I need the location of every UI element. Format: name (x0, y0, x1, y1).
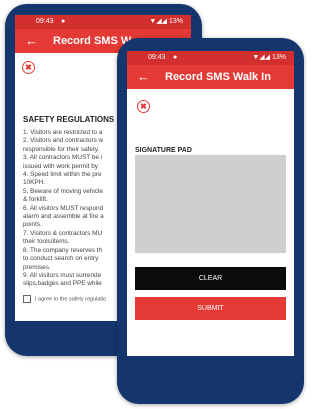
safety-regulations-heading: SAFETY REGULATIONS (23, 115, 115, 124)
status-bar: 09:43 ● ▼◢◢ 13% (15, 15, 191, 29)
clear-button[interactable]: CLEAR (135, 267, 286, 290)
app-bar: ← Record SMS Walk In (127, 65, 294, 89)
status-time: 09:43 (36, 18, 54, 25)
chat-bubble-icon: ● (61, 18, 66, 25)
page-title: Record SMS Walk In (165, 71, 271, 83)
signature-pad-label: SIGNATURE PAD (135, 147, 192, 154)
status-bar: 09:43 ● ▼◢◢ 13% (127, 51, 294, 65)
close-icon[interactable]: ✖ (22, 61, 35, 74)
status-time: 09:43 (148, 54, 166, 61)
status-system-info: ▼◢◢ 13% (149, 18, 183, 25)
status-system-info: ▼◢◢ 13% (252, 54, 286, 61)
close-icon[interactable]: ✖ (137, 100, 150, 113)
chat-bubble-icon: ● (173, 54, 178, 61)
back-arrow-icon[interactable]: ← (25, 32, 38, 50)
agree-checkbox-row[interactable]: I agree to the safety regulatio (23, 295, 106, 303)
submit-button[interactable]: SUBMIT (135, 297, 286, 320)
front-phone-screen: 09:43 ● ▼◢◢ 13% ← Record SMS Walk In ✖ S… (127, 51, 294, 356)
agree-checkbox[interactable] (23, 295, 31, 303)
back-arrow-icon[interactable]: ← (137, 68, 150, 86)
front-phone-frame: 09:43 ● ▼◢◢ 13% ← Record SMS Walk In ✖ S… (117, 38, 304, 404)
page-title: Record SMS W (53, 35, 132, 47)
signature-pad[interactable] (135, 155, 286, 253)
agree-label: I agree to the safety regulatio (35, 296, 107, 303)
